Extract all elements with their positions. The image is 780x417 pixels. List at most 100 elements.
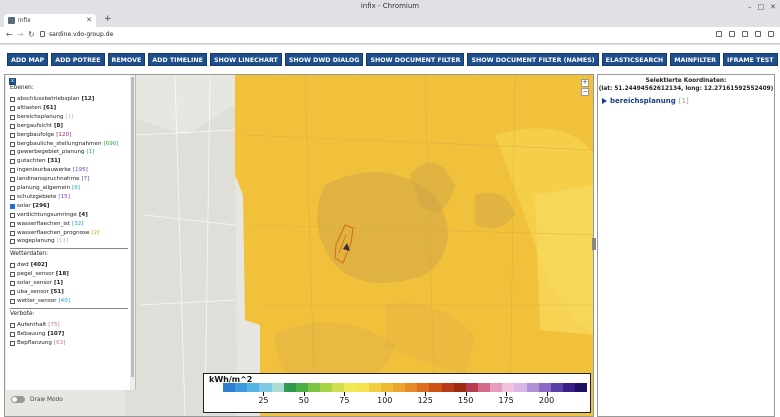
layer-count: [40] xyxy=(58,297,70,304)
layer-checkbox[interactable] xyxy=(10,159,15,165)
close-tab-icon[interactable]: ✕ xyxy=(86,14,92,27)
bookmark-icon[interactable] xyxy=(729,31,735,37)
reload-icon[interactable]: ↻ xyxy=(28,30,35,39)
layer-checkbox[interactable] xyxy=(10,114,15,120)
layer-panel-close-button[interactable]: x xyxy=(9,78,16,85)
layer-item-bergaufsicht[interactable]: bergaufsicht [8] xyxy=(10,122,63,131)
layer-checkbox[interactable] xyxy=(10,132,15,138)
layer-item-uba_sensor[interactable]: uba_sensor [51] xyxy=(10,288,64,297)
window-titlebar: infix - Chromium – □ ✕ xyxy=(0,0,780,12)
zoom-in-button[interactable]: + xyxy=(581,79,589,87)
layer-item-bebauung[interactable]: Bebauung [107] xyxy=(10,330,64,339)
map-view[interactable]: + − x Ebenen: abschlussbetriebsplan [12] al… xyxy=(4,74,594,417)
layer-item-bergbaufolge[interactable]: bergbaufolge [120] xyxy=(10,131,71,140)
layer-name: pegel_sensor xyxy=(17,271,54,278)
layer-checkbox[interactable] xyxy=(10,177,15,183)
layer-checkbox[interactable] xyxy=(10,194,15,200)
draw-mode-switch[interactable] xyxy=(11,396,25,403)
layer-checkbox[interactable] xyxy=(10,141,15,147)
new-tab-icon[interactable]: + xyxy=(104,14,112,24)
zoom-out-button[interactable]: − xyxy=(581,88,589,96)
layer-checkbox[interactable] xyxy=(10,239,15,245)
layer-checkbox[interactable] xyxy=(10,221,15,227)
layer-checkbox[interactable] xyxy=(10,150,15,156)
layer-item-solar_sensor[interactable]: solar_sensor [1] xyxy=(10,279,63,288)
legend-color-step xyxy=(392,383,406,392)
layer-count: [31] xyxy=(47,158,61,165)
layer-panel-scrollbar[interactable] xyxy=(130,75,135,390)
layer-item-dwd[interactable]: dwd [402] xyxy=(10,261,47,270)
legend-color-step xyxy=(465,383,478,392)
layer-count: [1] xyxy=(53,280,63,287)
layer-item-altlasten[interactable]: altlasten [61] xyxy=(10,104,56,113)
layer-checkbox[interactable] xyxy=(10,263,15,269)
toolbar-button-mainfilter[interactable]: MAINFILTER xyxy=(670,53,721,66)
layer-checkbox[interactable] xyxy=(10,272,15,278)
layer-checkbox[interactable] xyxy=(10,298,15,304)
layer-checkbox[interactable] xyxy=(10,290,15,295)
expand-triangle-icon[interactable] xyxy=(602,98,607,104)
layer-checkbox[interactable] xyxy=(10,97,15,102)
toolbar-button-show-document-filter-names[interactable]: SHOW DOCUMENT FILTER (NAMES) xyxy=(467,53,599,66)
layer-item-bepflanzung[interactable]: Bepflanzung [63] xyxy=(10,339,65,348)
layer-checkbox[interactable] xyxy=(10,340,15,346)
layer-item-aufenthalt[interactable]: Aufenthalt [75] xyxy=(10,321,60,330)
legend-color-step xyxy=(477,383,491,392)
toolbar-button-show-linechart[interactable]: SHOW LINECHART xyxy=(209,53,282,66)
layer-checkbox[interactable] xyxy=(10,212,15,218)
layer-item-solar[interactable]: solar [296] xyxy=(10,202,49,211)
toolbar-button-show-dwd-dialog[interactable]: SHOW DWD DIALOG xyxy=(284,53,364,66)
layer-count: [4] xyxy=(78,211,88,218)
tree-item-bereichsplanung[interactable]: bereichsplanung [1] xyxy=(602,97,689,105)
coordinates-value: (lat: 51.24494562612134, long: 12.271615… xyxy=(598,86,774,92)
layer-checkbox[interactable] xyxy=(10,281,15,287)
layer-checkbox[interactable] xyxy=(10,186,15,191)
layer-item-schutzgebiete[interactable]: schutzgebiete [15] xyxy=(10,193,70,202)
toolbar-button-add-timeline[interactable]: ADD TIMELINE xyxy=(148,53,207,66)
layer-section-title: Wetterdaten: xyxy=(10,251,49,258)
extensions-icon[interactable] xyxy=(742,31,748,37)
layer-item-gewerbegebiet_planung[interactable]: gewerbegebiet_planung [1] xyxy=(10,148,95,157)
toolbar-button-elasticsearch[interactable]: ELASTICSEARCH xyxy=(601,53,668,66)
panel-splitter[interactable] xyxy=(592,238,596,250)
layer-checkbox[interactable] xyxy=(10,322,15,328)
toolbar-button-add-potree[interactable]: ADD POTREE xyxy=(51,53,105,66)
layer-checkbox[interactable] xyxy=(10,105,15,111)
browser-tab[interactable]: infix ✕ xyxy=(4,14,96,27)
layer-item-verdichtungsumringe[interactable]: verdichtungsumringe [4] xyxy=(10,211,88,220)
tree-item-count: [1] xyxy=(678,97,689,105)
legend-color-step xyxy=(356,383,369,392)
layer-count: [1] xyxy=(86,149,95,156)
toolbar-button-show-document-filter[interactable]: SHOW DOCUMENT FILTER xyxy=(366,53,465,66)
layer-checkbox[interactable] xyxy=(10,331,15,337)
toolbar-button-remove[interactable]: REMOVE xyxy=(107,53,146,66)
layer-item-bereichsplanung[interactable]: bereichsplanung [1] xyxy=(10,113,73,122)
layer-name: wogeplanung xyxy=(17,238,55,245)
layer-item-pegel_sensor[interactable]: pegel_sensor [18] xyxy=(10,270,69,279)
toolbar-button-add-map[interactable]: ADD MAP xyxy=(7,53,49,66)
layer-item-bergbauliche_stellungnahmen[interactable]: bergbauliche_stellungnahmen [690] xyxy=(10,140,119,149)
layer-checkbox[interactable] xyxy=(10,230,15,236)
forward-icon[interactable]: → xyxy=(17,30,24,39)
layer-item-wogeplanung[interactable]: wogeplanung [11] xyxy=(10,237,68,246)
toolbar-button-iframe-test[interactable]: IFRAME TEST xyxy=(723,53,778,66)
layer-item-wasserflaechen_prognose[interactable]: wasserflaechen_prognose [2] xyxy=(10,229,99,238)
layer-item-gutachten[interactable]: gutachten [31] xyxy=(10,157,60,166)
layer-checkbox[interactable] xyxy=(10,168,15,174)
draw-mode-toggle[interactable]: Draw Modo xyxy=(11,396,63,403)
layer-count: [7] xyxy=(81,176,90,183)
layer-item-wetter_sensor[interactable]: wetter_sensor [40] xyxy=(10,297,70,306)
layer-checkbox[interactable] xyxy=(10,123,15,129)
url-field[interactable]: sardine.vdo-group.de xyxy=(40,30,113,40)
profile-icon[interactable] xyxy=(755,31,761,37)
layer-item-wasserflaechen_ist[interactable]: wasserflaechen_ist [32] xyxy=(10,220,84,229)
layer-item-planung_allgemein[interactable]: planung_allgemein [6] xyxy=(10,184,80,193)
menu-icon[interactable] xyxy=(768,31,774,37)
layer-item-ingenieurbauwerke[interactable]: ingenieurbauwerke [195] xyxy=(10,166,88,175)
layer-item-abschlussbetriebsplan[interactable]: abschlussbetriebsplan [12] xyxy=(10,95,94,104)
layer-item-landinanspruchnahme[interactable]: landinanspruchnahme [7] xyxy=(10,175,89,184)
layer-checkbox[interactable] xyxy=(10,203,15,209)
back-icon[interactable]: ← xyxy=(6,30,13,39)
layer-count: [690] xyxy=(103,140,119,147)
share-icon[interactable] xyxy=(716,31,722,37)
